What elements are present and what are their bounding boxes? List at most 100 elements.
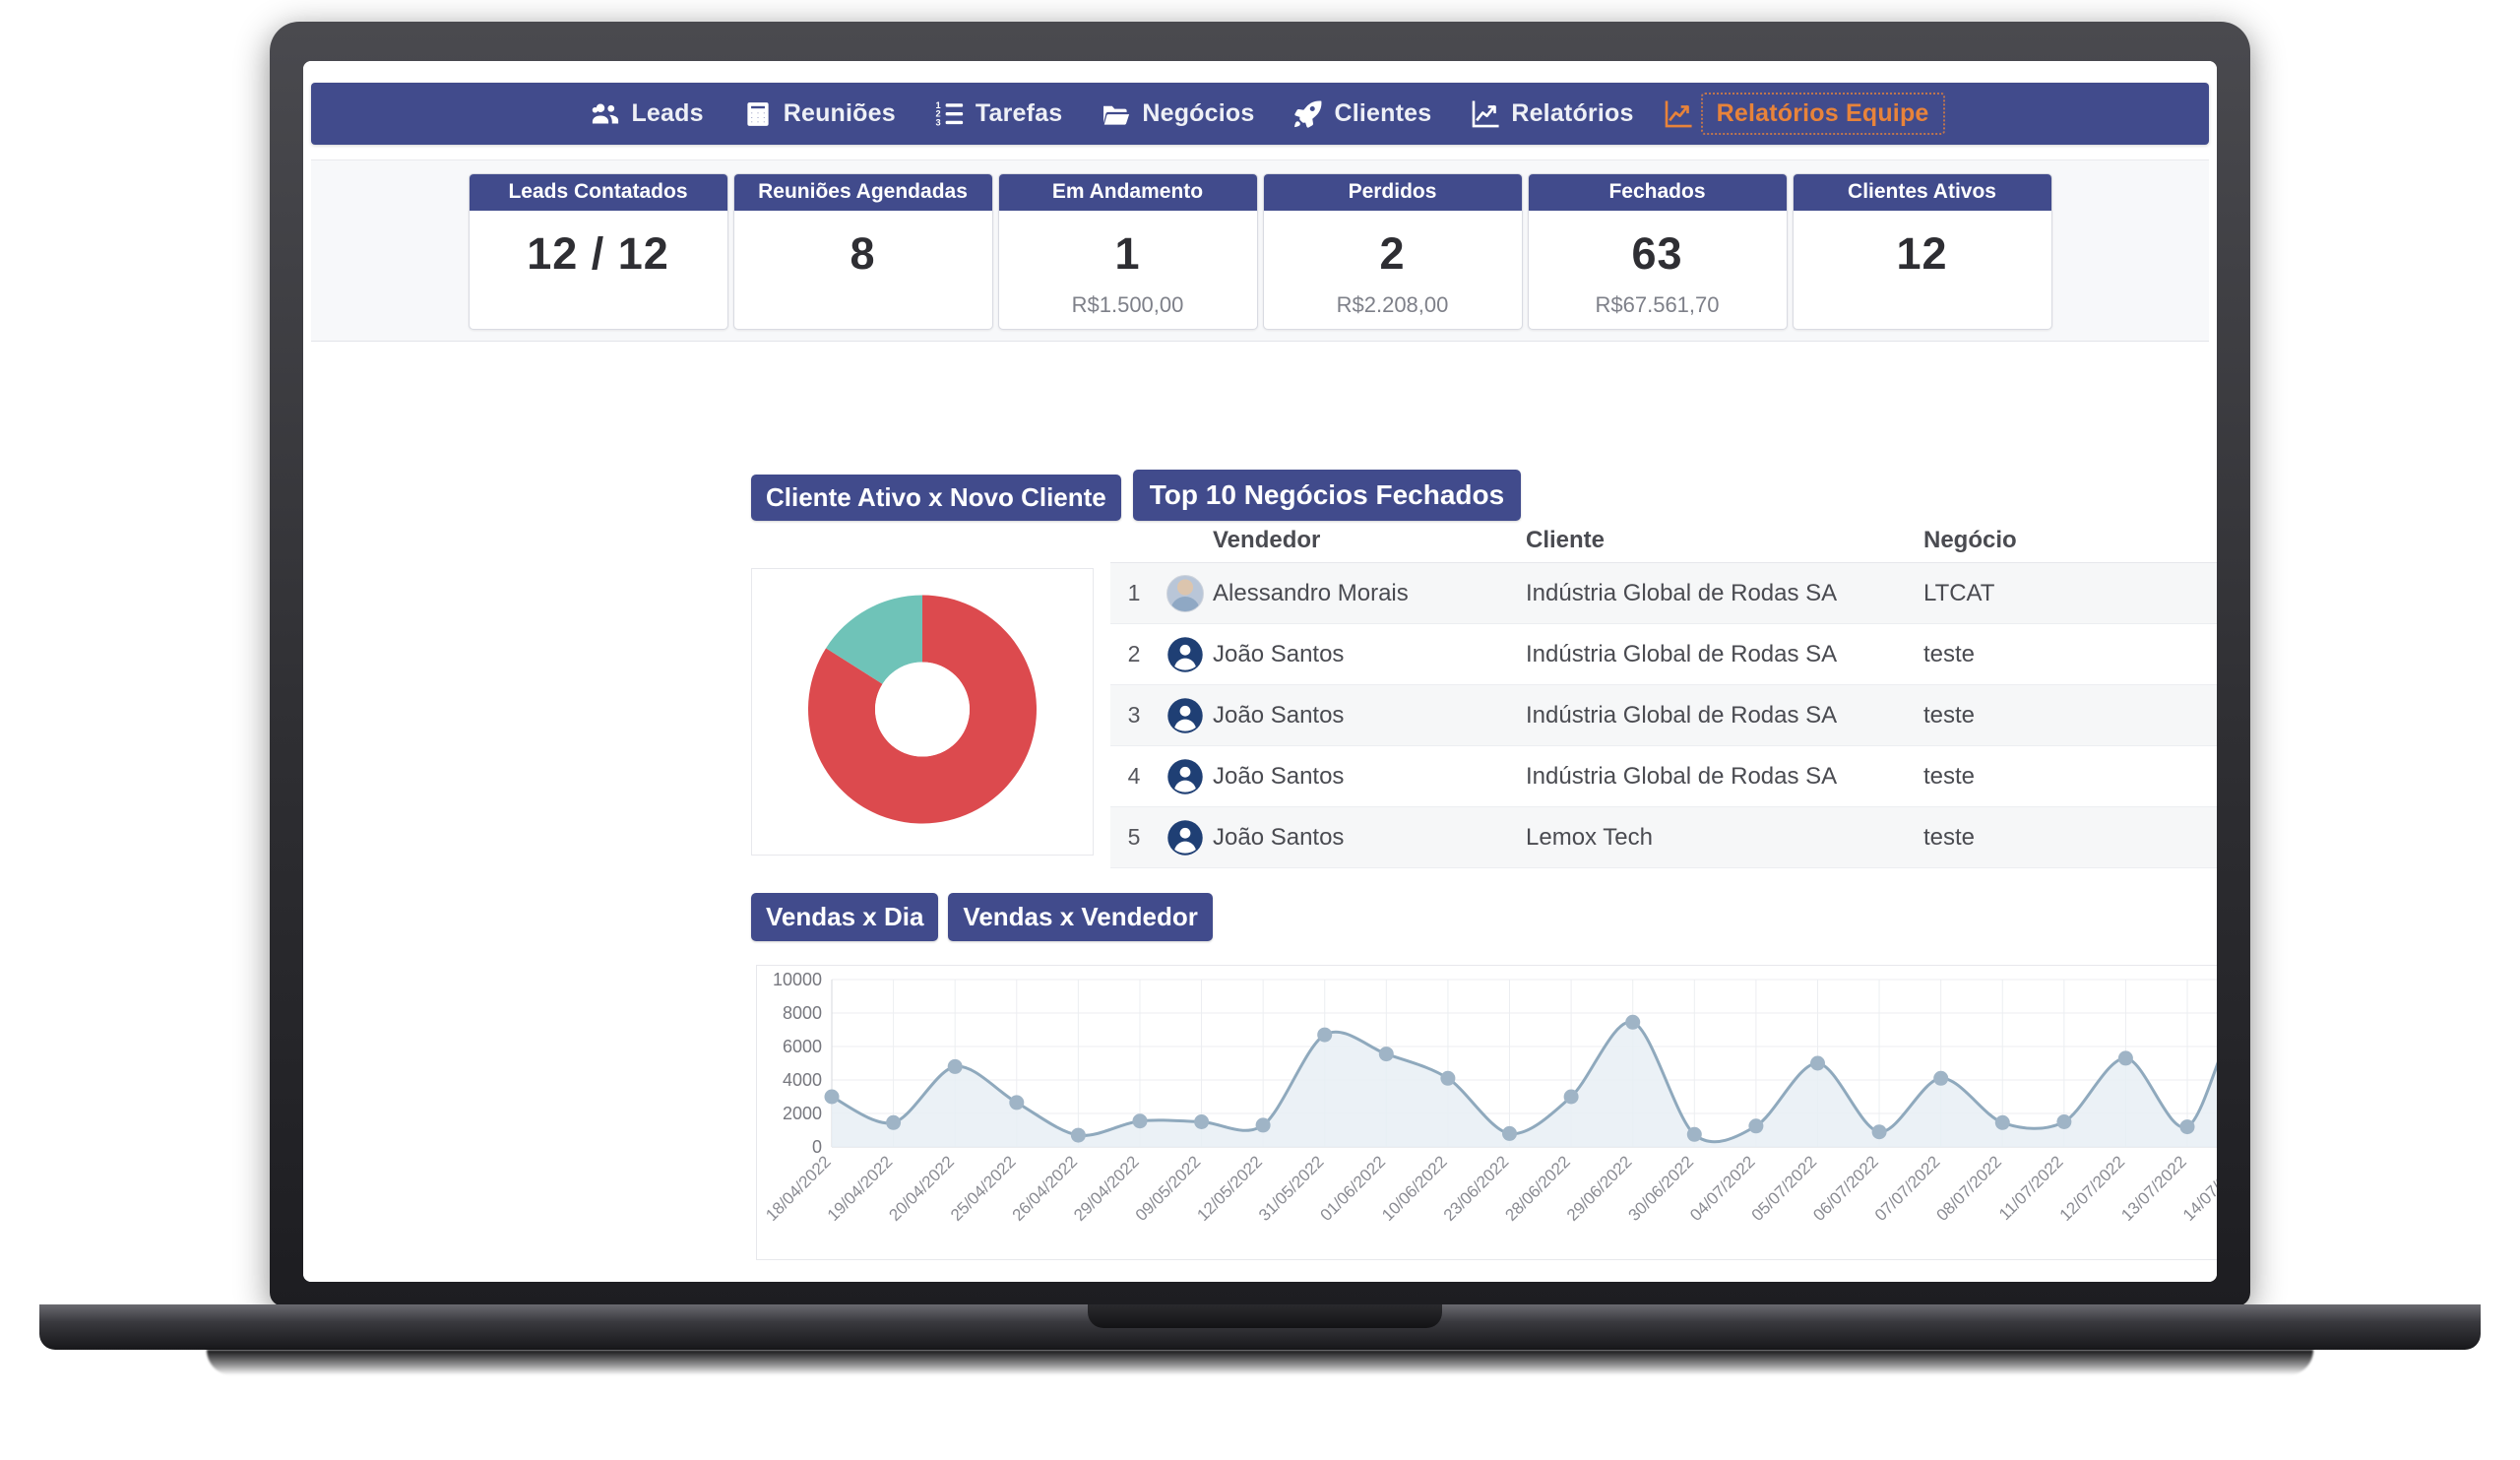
table-header-negocio: Negócio — [1923, 527, 2017, 553]
user-circle-icon — [1166, 697, 1204, 734]
tab-vendas-x-dia[interactable]: Vendas x Dia — [751, 893, 939, 941]
nav-item-label: Leads — [631, 99, 704, 127]
laptop-trackpad-notch — [1088, 1304, 1442, 1328]
cell-negocio: LTCAT — [1923, 579, 1995, 606]
rocket-icon — [1293, 99, 1323, 129]
tab-cliente-ativo-x-novo-cliente[interactable]: Cliente Ativo x Novo Cliente — [751, 475, 1121, 521]
row-index: 1 — [1127, 580, 1141, 605]
svg-text:29/06/2022: 29/06/2022 — [1563, 1152, 1636, 1225]
kpi-card-clientes-ativos: Clientes Ativos 12 — [1792, 173, 2052, 330]
kpi-value: 2 — [1379, 228, 1406, 279]
cell-cliente: Indústria Global de Rodas SA — [1526, 701, 1838, 729]
donut-chart-card — [751, 568, 1094, 856]
nav-item-label: Negócios — [1142, 99, 1255, 127]
panel-tabs-row-2: Vendas x Dia Vendas x Vendedor — [751, 893, 1213, 941]
cell-cliente: Lemox Tech — [1526, 823, 1653, 851]
screenshot-root: Leads Reuniões 1 2 3 Tarefas Negócios Cl… — [0, 0, 2520, 1460]
nav-item-label: Relatórios Equipe — [1716, 99, 1929, 127]
svg-text:2000: 2000 — [783, 1104, 822, 1123]
svg-text:13/07/2022: 13/07/2022 — [2117, 1152, 2190, 1225]
svg-text:23/06/2022: 23/06/2022 — [1440, 1152, 1513, 1225]
tab-top-10-negocios-fechados[interactable]: Top 10 Negócios Fechados — [1132, 470, 1522, 521]
cell-negocio: teste — [1923, 762, 1976, 790]
nav-item-clientes[interactable]: Clientes — [1278, 93, 1447, 136]
kpi-title: Fechados — [1528, 174, 1787, 211]
laptop-shadow — [207, 1350, 2313, 1375]
table-row[interactable]: 4 João Santos Indústria Global de Rodas … — [1110, 746, 2217, 807]
row-index: 5 — [1127, 824, 1141, 850]
svg-text:29/04/2022: 29/04/2022 — [1070, 1152, 1143, 1225]
svg-text:3: 3 — [935, 117, 940, 127]
svg-text:26/04/2022: 26/04/2022 — [1009, 1152, 1082, 1225]
svg-text:30/06/2022: 30/06/2022 — [1625, 1152, 1698, 1225]
table-row[interactable]: 2 João Santos Indústria Global de Rodas … — [1110, 624, 2217, 685]
kpi-body: 1 R$1.500,00 — [999, 211, 1257, 329]
svg-text:08/07/2022: 08/07/2022 — [1932, 1152, 2005, 1225]
crm-dashboard: Leads Reuniões 1 2 3 Tarefas Negócios Cl… — [303, 61, 2217, 1282]
cell-vendedor: João Santos — [1213, 823, 1345, 851]
avatar — [1158, 697, 1213, 734]
kpi-card-perdidos: Perdidos 2 R$2.208,00 — [1262, 173, 1523, 330]
table-header-cliente: Cliente — [1526, 527, 1606, 553]
kpi-body: 2 R$2.208,00 — [1264, 211, 1522, 329]
kpi-card-leads-contatados: Leads Contatados 12 / 12 — [468, 173, 728, 330]
kpi-summary-strip: Leads Contatados 12 / 12 Reuniões Agenda… — [311, 159, 2209, 342]
donut-chart — [807, 595, 1037, 829]
kpi-value: 12 / 12 — [527, 228, 669, 279]
svg-text:6000: 6000 — [783, 1037, 822, 1056]
kpi-card-fechados: Fechados 63 R$67.561,70 — [1527, 173, 1788, 330]
avatar — [1158, 636, 1213, 673]
svg-text:8000: 8000 — [783, 1003, 822, 1023]
nav-item-relatorios-equipe[interactable]: Relatórios Equipe — [1700, 93, 1945, 135]
nav-item-tarefas[interactable]: 1 2 3 Tarefas — [919, 93, 1079, 136]
kpi-value: 12 — [1896, 228, 1948, 279]
top-deals-table: Vendedor Cliente Negócio Valor 1 Alessan… — [1110, 519, 2217, 868]
kpi-title: Clientes Ativos — [1793, 174, 2051, 211]
cell-cliente: Indústria Global de Rodas SA — [1526, 640, 1838, 667]
svg-text:05/07/2022: 05/07/2022 — [1748, 1152, 1821, 1225]
cell-vendedor: João Santos — [1213, 640, 1345, 667]
users-icon — [591, 99, 620, 129]
cell-cliente: Indústria Global de Rodas SA — [1526, 579, 1838, 606]
nav-item-label: Reuniões — [783, 99, 896, 127]
kpi-title: Leads Contatados — [469, 174, 727, 211]
nav-item-leads[interactable]: Leads — [575, 93, 719, 136]
table-row[interactable]: 3 João Santos Indústria Global de Rodas … — [1110, 685, 2217, 746]
row-index: 2 — [1127, 641, 1141, 667]
user-circle-icon — [1166, 758, 1204, 795]
vendas-por-dia-chart-card: 0 2000 4000 6000 8000 10000 18/04/2022 19/04/20… — [756, 965, 2217, 1260]
kpi-body: 63 R$67.561,70 — [1529, 211, 1787, 329]
table-row[interactable]: 5 João Santos Lemox Tech teste R$2.604,0… — [1110, 807, 2217, 868]
kpi-body: 12 — [1794, 211, 2051, 329]
kpi-value: 1 — [1114, 228, 1141, 279]
kpi-card-reunioes-agendadas: Reuniões Agendadas 8 — [732, 173, 993, 330]
table-body: 1 Alessandro Morais Indústria Global de … — [1110, 562, 2217, 868]
svg-text:20/04/2022: 20/04/2022 — [885, 1152, 958, 1225]
nav-item-relatorios[interactable]: Relatórios — [1455, 93, 1649, 136]
donut-chart-svg — [807, 595, 1037, 824]
laptop-screen: Leads Reuniões 1 2 3 Tarefas Negócios Cl… — [303, 61, 2217, 1282]
nav-item-reunioes[interactable]: Reuniões — [727, 93, 912, 136]
user-photo-avatar — [1166, 574, 1204, 612]
kpi-title: Em Andamento — [998, 174, 1257, 211]
avatar — [1158, 574, 1213, 612]
nav-item-negocios[interactable]: Negócios — [1086, 93, 1270, 136]
svg-text:12/05/2022: 12/05/2022 — [1193, 1152, 1266, 1225]
tab-vendas-x-vendedor[interactable]: Vendas x Vendedor — [948, 893, 1213, 941]
table-row[interactable]: 1 Alessandro Morais Indústria Global de … — [1110, 563, 2217, 624]
kpi-title: Reuniões Agendadas — [733, 174, 992, 211]
kpi-title: Perdidos — [1263, 174, 1522, 211]
chart-line-icon — [1471, 99, 1500, 129]
avatar — [1158, 819, 1213, 857]
svg-text:12/07/2022: 12/07/2022 — [2056, 1152, 2129, 1225]
svg-text:25/04/2022: 25/04/2022 — [947, 1152, 1020, 1225]
nav-item-label: Relatórios — [1511, 99, 1634, 127]
row-index: 3 — [1127, 702, 1141, 728]
table-header-row: Vendedor Cliente Negócio Valor — [1110, 519, 2217, 562]
panel-tabs-row-1: Cliente Ativo x Novo Cliente Top 10 Negó… — [751, 470, 1522, 521]
cell-negocio: teste — [1923, 823, 1976, 851]
kpi-body: 8 — [734, 211, 992, 329]
cell-vendedor: Alessandro Morais — [1213, 579, 1409, 606]
folder-open-icon — [1102, 99, 1131, 129]
task-list-icon: 1 2 3 — [935, 99, 965, 129]
